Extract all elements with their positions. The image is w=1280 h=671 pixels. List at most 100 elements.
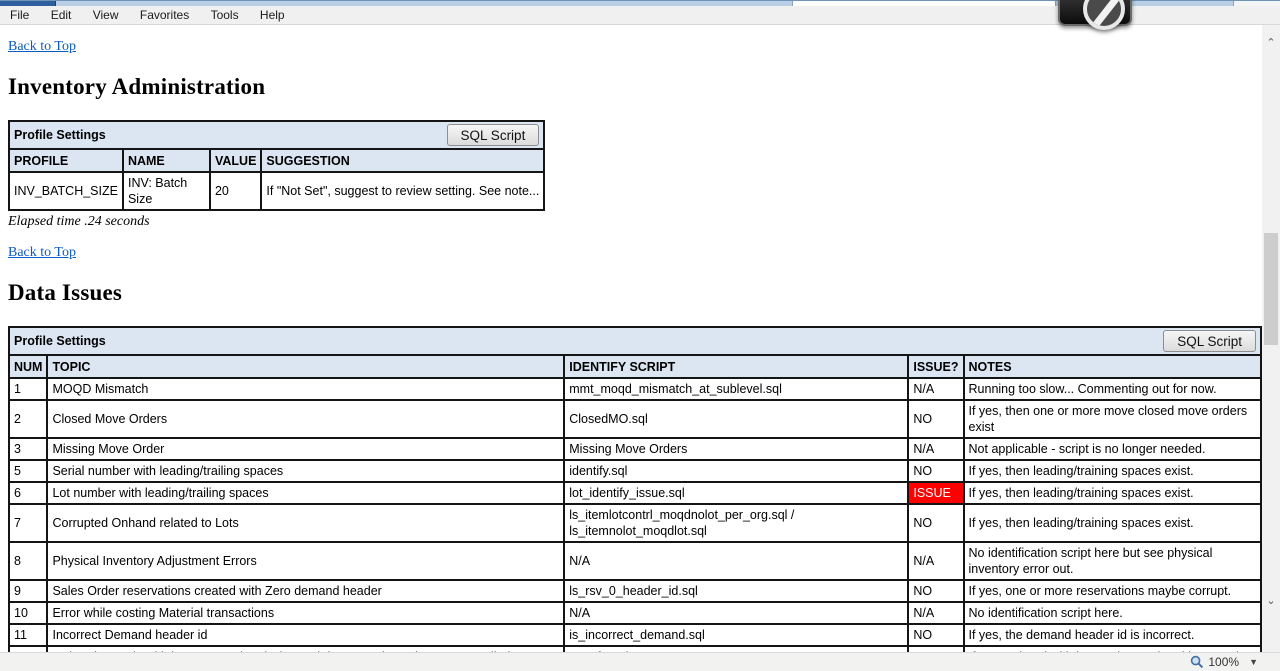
table-caption-label: Profile Settings bbox=[14, 334, 106, 348]
table-row: 7 Corrupted Onhand related to Lots ls_item… bbox=[7, 503, 1262, 543]
table-cell: is_incorrect_demand.sql bbox=[563, 623, 910, 647]
sql-script-button[interactable]: SQL Script bbox=[446, 124, 540, 146]
back-to-top-link[interactable]: Back to Top bbox=[8, 39, 76, 55]
column-header: NAME bbox=[121, 148, 211, 173]
column-header: TOPIC bbox=[46, 354, 566, 379]
table-cell: identify.sql bbox=[563, 459, 910, 483]
table-cell: N/A bbox=[907, 541, 965, 581]
table-cell: INV_BATCH_SIZE bbox=[8, 171, 124, 211]
table-cell: Corrupted Onhand related to Lots bbox=[46, 503, 566, 543]
zoom-control[interactable]: 100% ▼ bbox=[1186, 653, 1262, 670]
column-header: PROFILE bbox=[8, 148, 124, 173]
table-cell: N/A bbox=[907, 377, 965, 401]
column-header: NUM bbox=[7, 354, 49, 379]
table-cell: 1 bbox=[7, 377, 49, 401]
table-cell: If yes, then one or more move closed mov… bbox=[962, 399, 1262, 439]
table-cell: 10 bbox=[7, 601, 49, 625]
scroll-down-arrow-icon[interactable]: ⌄ bbox=[1262, 593, 1280, 611]
menu-view[interactable]: View bbox=[84, 6, 128, 25]
menu-favorites[interactable]: Favorites bbox=[131, 6, 198, 25]
table-cell: Incorrect Demand header id bbox=[46, 623, 566, 647]
magnifier-icon bbox=[1191, 655, 1204, 668]
column-header: IDENTIFY SCRIPT bbox=[563, 354, 910, 379]
table-row: 3 Missing Move Order Missing Move Orders N/… bbox=[7, 437, 1262, 461]
table-cell: NO bbox=[907, 623, 965, 647]
menu-edit[interactable]: Edit bbox=[42, 6, 81, 25]
page-content: Back to Top Inventory Administration Pro… bbox=[0, 25, 1262, 652]
table-cell: 3 bbox=[7, 437, 49, 461]
table-cell: 20 bbox=[208, 171, 263, 211]
table-cell: NO bbox=[907, 503, 965, 543]
table-cell: No identification script here but see ph… bbox=[962, 541, 1262, 581]
table-cell: Lot number with leading/trailing spaces bbox=[46, 481, 566, 505]
table-cell: If yes, one or more reservations maybe c… bbox=[962, 579, 1262, 603]
table-cell: 8 bbox=[7, 541, 49, 581]
table-cell: mmt_moqd_mismatch_at_sublevel.sql bbox=[563, 377, 910, 401]
table-cell: Missing Move Order bbox=[46, 437, 566, 461]
table-row: 5 Serial number with leading/trailing spa… bbox=[7, 459, 1262, 483]
table-cell: NO bbox=[907, 399, 965, 439]
column-header: ISSUE? bbox=[907, 354, 965, 379]
table-cell: ls_rsv_0_header_id.sql bbox=[563, 579, 910, 603]
table-cell: NO bbox=[907, 459, 965, 483]
table-cell: N/A bbox=[563, 541, 910, 581]
table-caption-label: Profile Settings bbox=[14, 128, 106, 142]
table-row: 11 Incorrect Demand header id is_incorrect… bbox=[7, 623, 1262, 647]
table-cell: Sales Order reservations created with Ze… bbox=[46, 579, 566, 603]
table-cell: 9 bbox=[7, 579, 49, 603]
table-cell: Running too slow... Commenting out for n… bbox=[962, 377, 1262, 401]
table-cell: No identification script here. bbox=[962, 601, 1262, 625]
back-to-top-link[interactable]: Back to Top bbox=[8, 245, 76, 261]
table-caption-cell: Profile Settings SQL Script bbox=[8, 326, 1262, 356]
table-row: 1 MOQD Mismatch mmt_moqd_mismatch_at_suble… bbox=[7, 377, 1262, 401]
table-row: INV_BATCH_SIZE INV: Batch Size 20 If "Not S… bbox=[8, 171, 546, 211]
table-cell: 11 bbox=[7, 623, 49, 647]
table-cell: N/A bbox=[907, 601, 965, 625]
table-row: 9 Sales Order reservations created with Z… bbox=[7, 579, 1262, 603]
section-heading-inventory-administration: Inventory Administration bbox=[8, 74, 266, 99]
sql-script-button[interactable]: SQL Script bbox=[1163, 330, 1256, 352]
scroll-up-arrow-icon[interactable]: ⌃ bbox=[1262, 35, 1280, 53]
vertical-scrollbar[interactable]: ⌃ ⌄ bbox=[1262, 25, 1280, 652]
table-cell: NO bbox=[907, 579, 965, 603]
zoom-dropdown-caret-icon[interactable]: ▼ bbox=[1249, 657, 1258, 667]
table-cell: Error while costing Material transaction… bbox=[46, 601, 566, 625]
column-header: NOTES bbox=[962, 354, 1262, 379]
table-cell: 2 bbox=[7, 399, 49, 439]
profile-settings-table: Profile Settings SQL Script PROFILE NAME VAL… bbox=[7, 120, 546, 211]
table-cell: ISSUE bbox=[907, 481, 965, 505]
status-bar: 100% ▼ bbox=[0, 652, 1280, 671]
table-caption-cell: Profile Settings SQL Script bbox=[7, 120, 546, 150]
table-cell: N/A bbox=[907, 437, 965, 461]
table-cell: MOQD Mismatch bbox=[46, 377, 566, 401]
table-cell: Not applicable - script is no longer nee… bbox=[962, 437, 1262, 461]
table-cell: If "Not Set", suggest to review setting.… bbox=[260, 171, 546, 211]
column-header: SUGGESTION bbox=[260, 148, 546, 173]
table-row: 6 Lot number with leading/trailing spaces… bbox=[7, 481, 1262, 505]
table-cell: 5 bbox=[7, 459, 49, 483]
table-cell: If yes, then leading/training spaces exi… bbox=[962, 481, 1262, 505]
column-header: VALUE bbox=[208, 148, 263, 173]
table-row: 8 Physical Inventory Adjustment Errors N/A… bbox=[7, 541, 1262, 581]
elapsed-time-text: Elapsed time .24 seconds bbox=[8, 214, 150, 229]
table-cell: ClosedMO.sql bbox=[563, 399, 910, 439]
table-cell: Missing Move Orders bbox=[563, 437, 910, 461]
menu-tools[interactable]: Tools bbox=[202, 6, 248, 25]
table-cell: 7 bbox=[7, 503, 49, 543]
table-cell: Serial number with leading/trailing spac… bbox=[46, 459, 566, 483]
section-heading-data-issues: Data Issues bbox=[8, 280, 123, 305]
table-cell: Closed Move Orders bbox=[46, 399, 566, 439]
table-cell: lot_identify_issue.sql bbox=[563, 481, 910, 505]
menu-file[interactable]: File bbox=[0, 6, 38, 25]
table-cell: 6 bbox=[7, 481, 49, 505]
menu-help[interactable]: Help bbox=[251, 6, 294, 25]
scrollbar-thumb[interactable] bbox=[1264, 233, 1278, 345]
table-row: 2 Closed Move Orders ClosedMO.sql NO If yes,… bbox=[7, 399, 1262, 439]
table-cell: N/A bbox=[563, 601, 910, 625]
table-row: 10 Error while costing Material transacti… bbox=[7, 601, 1262, 625]
table-cell: INV: Batch Size bbox=[121, 171, 211, 211]
table-cell: If yes, then leading/training spaces exi… bbox=[962, 503, 1262, 543]
table-cell: If yes, the demand header id is incorrec… bbox=[962, 623, 1262, 647]
table-cell: Physical Inventory Adjustment Errors bbox=[46, 541, 566, 581]
table-cell: If yes, then leading/training spaces exi… bbox=[962, 459, 1262, 483]
